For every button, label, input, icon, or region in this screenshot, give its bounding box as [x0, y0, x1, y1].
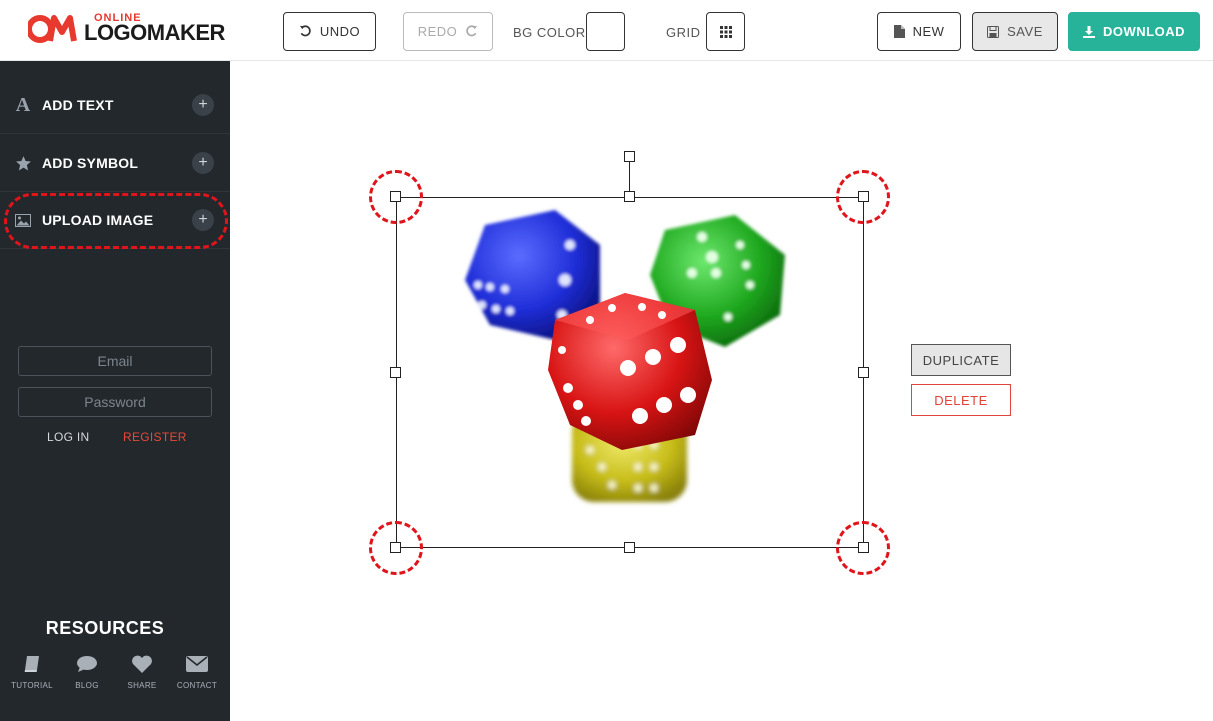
envelope-icon — [186, 656, 208, 672]
sidebar: A ADD TEXT + ADD SYMBOL + UPLOAD IMAGE +… — [0, 61, 230, 721]
bg-color-label: BG COLOR — [513, 25, 586, 40]
resource-label: CONTACT — [176, 681, 218, 690]
star-icon — [14, 154, 32, 172]
resize-handle-top[interactable] — [624, 191, 635, 202]
plus-icon[interactable]: + — [192, 209, 214, 231]
selection-box — [396, 197, 864, 548]
letter-a-icon: A — [15, 93, 31, 116]
resize-handle-left[interactable] — [390, 367, 401, 378]
highlight-ring-bottom-left — [369, 521, 423, 575]
resource-share[interactable]: SHARE — [117, 653, 167, 690]
resize-handle-bottom[interactable] — [624, 542, 635, 553]
resources-title: RESOURCES — [45, 618, 165, 638]
sidebar-item-label: ADD SYMBOL — [42, 155, 139, 171]
resource-contact[interactable]: CONTACT — [172, 653, 222, 690]
sidebar-item-upload-image[interactable]: UPLOAD IMAGE + — [0, 192, 230, 249]
redo-label: REDO — [417, 24, 458, 39]
register-link[interactable]: REGISTER — [123, 430, 187, 444]
highlight-ring-top-right — [836, 170, 890, 224]
undo-icon — [299, 25, 311, 37]
grid-label: GRID — [666, 25, 701, 40]
sidebar-item-add-text[interactable]: A ADD TEXT + — [0, 77, 230, 134]
logo[interactable]: ONLINE LOGOMAKER — [28, 10, 238, 50]
rotate-handle[interactable] — [624, 151, 635, 162]
book-icon — [24, 656, 39, 672]
undo-button[interactable]: UNDO — [283, 12, 376, 51]
sidebar-item-add-symbol[interactable]: ADD SYMBOL + — [0, 135, 230, 192]
resource-tutorial[interactable]: TUTORIAL — [7, 653, 57, 690]
heart-icon — [132, 655, 152, 673]
new-label: NEW — [912, 24, 945, 39]
redo-icon — [466, 25, 478, 37]
grid-toggle-button[interactable] — [706, 12, 745, 51]
highlight-ring-top-left — [369, 170, 423, 224]
resource-blog[interactable]: BLOG — [62, 653, 112, 690]
download-icon — [1083, 25, 1095, 38]
highlight-ring-bottom-right — [836, 521, 890, 575]
document-icon — [893, 25, 905, 38]
duplicate-button[interactable]: DUPLICATE — [911, 344, 1011, 376]
sidebar-item-label: UPLOAD IMAGE — [42, 212, 154, 228]
sidebar-item-label: ADD TEXT — [42, 97, 114, 113]
app-root: ONLINE LOGOMAKER UNDO REDO BG COLOR GRID… — [0, 0, 1213, 721]
download-label: DOWNLOAD — [1103, 24, 1185, 39]
top-toolbar: ONLINE LOGOMAKER UNDO REDO BG COLOR GRID… — [0, 0, 1213, 61]
email-field[interactable] — [18, 346, 212, 376]
password-field[interactable] — [18, 387, 212, 417]
grid-icon — [719, 25, 732, 38]
resource-label: TUTORIAL — [11, 681, 53, 690]
save-button[interactable]: SAVE — [972, 12, 1058, 51]
redo-button[interactable]: REDO — [403, 12, 493, 51]
resource-label: BLOG — [75, 681, 99, 690]
new-button[interactable]: NEW — [877, 12, 961, 51]
plus-icon[interactable]: + — [192, 94, 214, 116]
chat-bubble-icon — [77, 656, 97, 672]
logo-mark — [28, 15, 77, 43]
floppy-disk-icon — [987, 25, 1000, 38]
login-link[interactable]: LOG IN — [47, 430, 89, 444]
undo-label: UNDO — [319, 24, 361, 39]
save-label: SAVE — [1007, 24, 1043, 39]
plus-icon[interactable]: + — [192, 152, 214, 174]
image-icon — [14, 211, 32, 229]
delete-button[interactable]: DELETE — [911, 384, 1011, 416]
bg-color-swatch[interactable] — [586, 12, 625, 51]
logo-big-text: LOGOMAKER — [84, 20, 225, 45]
resource-label: SHARE — [127, 681, 157, 690]
resize-handle-right[interactable] — [858, 367, 869, 378]
download-button[interactable]: DOWNLOAD — [1068, 12, 1200, 51]
